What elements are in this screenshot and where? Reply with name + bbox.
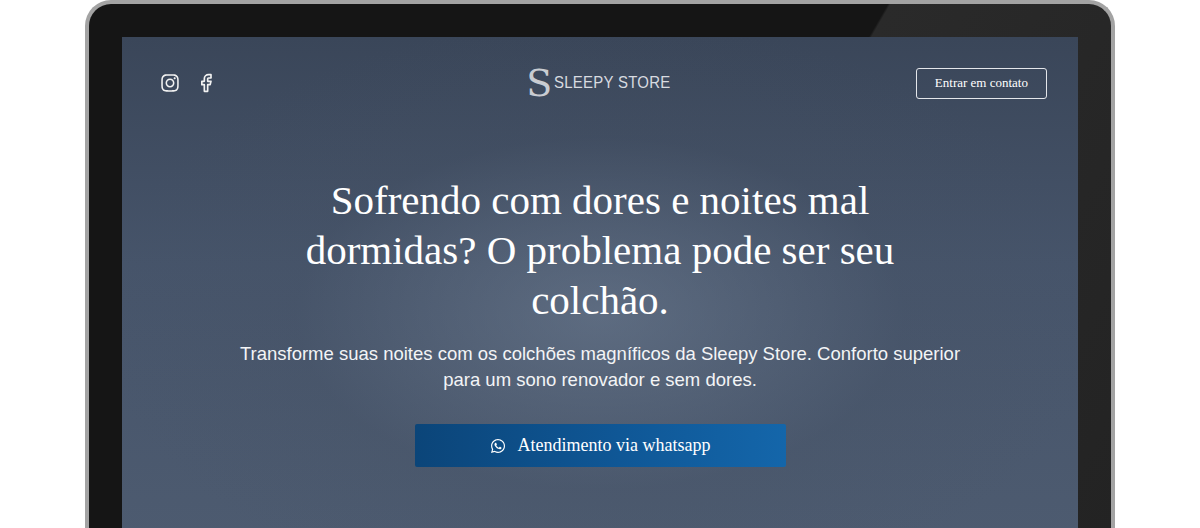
whatsapp-button[interactable]: Atendimento via whatsapp: [415, 424, 786, 467]
hero-subtitle: Transforme suas noites com os colchões m…: [230, 341, 970, 393]
page: SSLEEPY STORE Entrar em contato Sofrendo c…: [0, 0, 1200, 528]
instagram-icon[interactable]: [160, 73, 180, 93]
facebook-icon[interactable]: [196, 73, 216, 93]
laptop-screen: SSLEEPY STORE Entrar em contato Sofrendo c…: [122, 37, 1078, 528]
logo-text: SLEEPY STORE: [554, 73, 671, 93]
social-links: [160, 73, 297, 93]
logo-mark: S: [526, 64, 552, 102]
logo[interactable]: SSLEEPY STORE: [526, 64, 686, 102]
laptop-frame: SSLEEPY STORE Entrar em contato Sofrendo c…: [85, 0, 1115, 528]
hero-title: Sofrendo com dores e noites mal dormidas…: [255, 175, 945, 325]
whatsapp-icon: [490, 438, 506, 454]
contact-button[interactable]: Entrar em contato: [916, 68, 1047, 99]
whatsapp-button-label: Atendimento via whatsapp: [518, 435, 711, 456]
site-header: SSLEEPY STORE Entrar em contato: [122, 37, 1078, 102]
